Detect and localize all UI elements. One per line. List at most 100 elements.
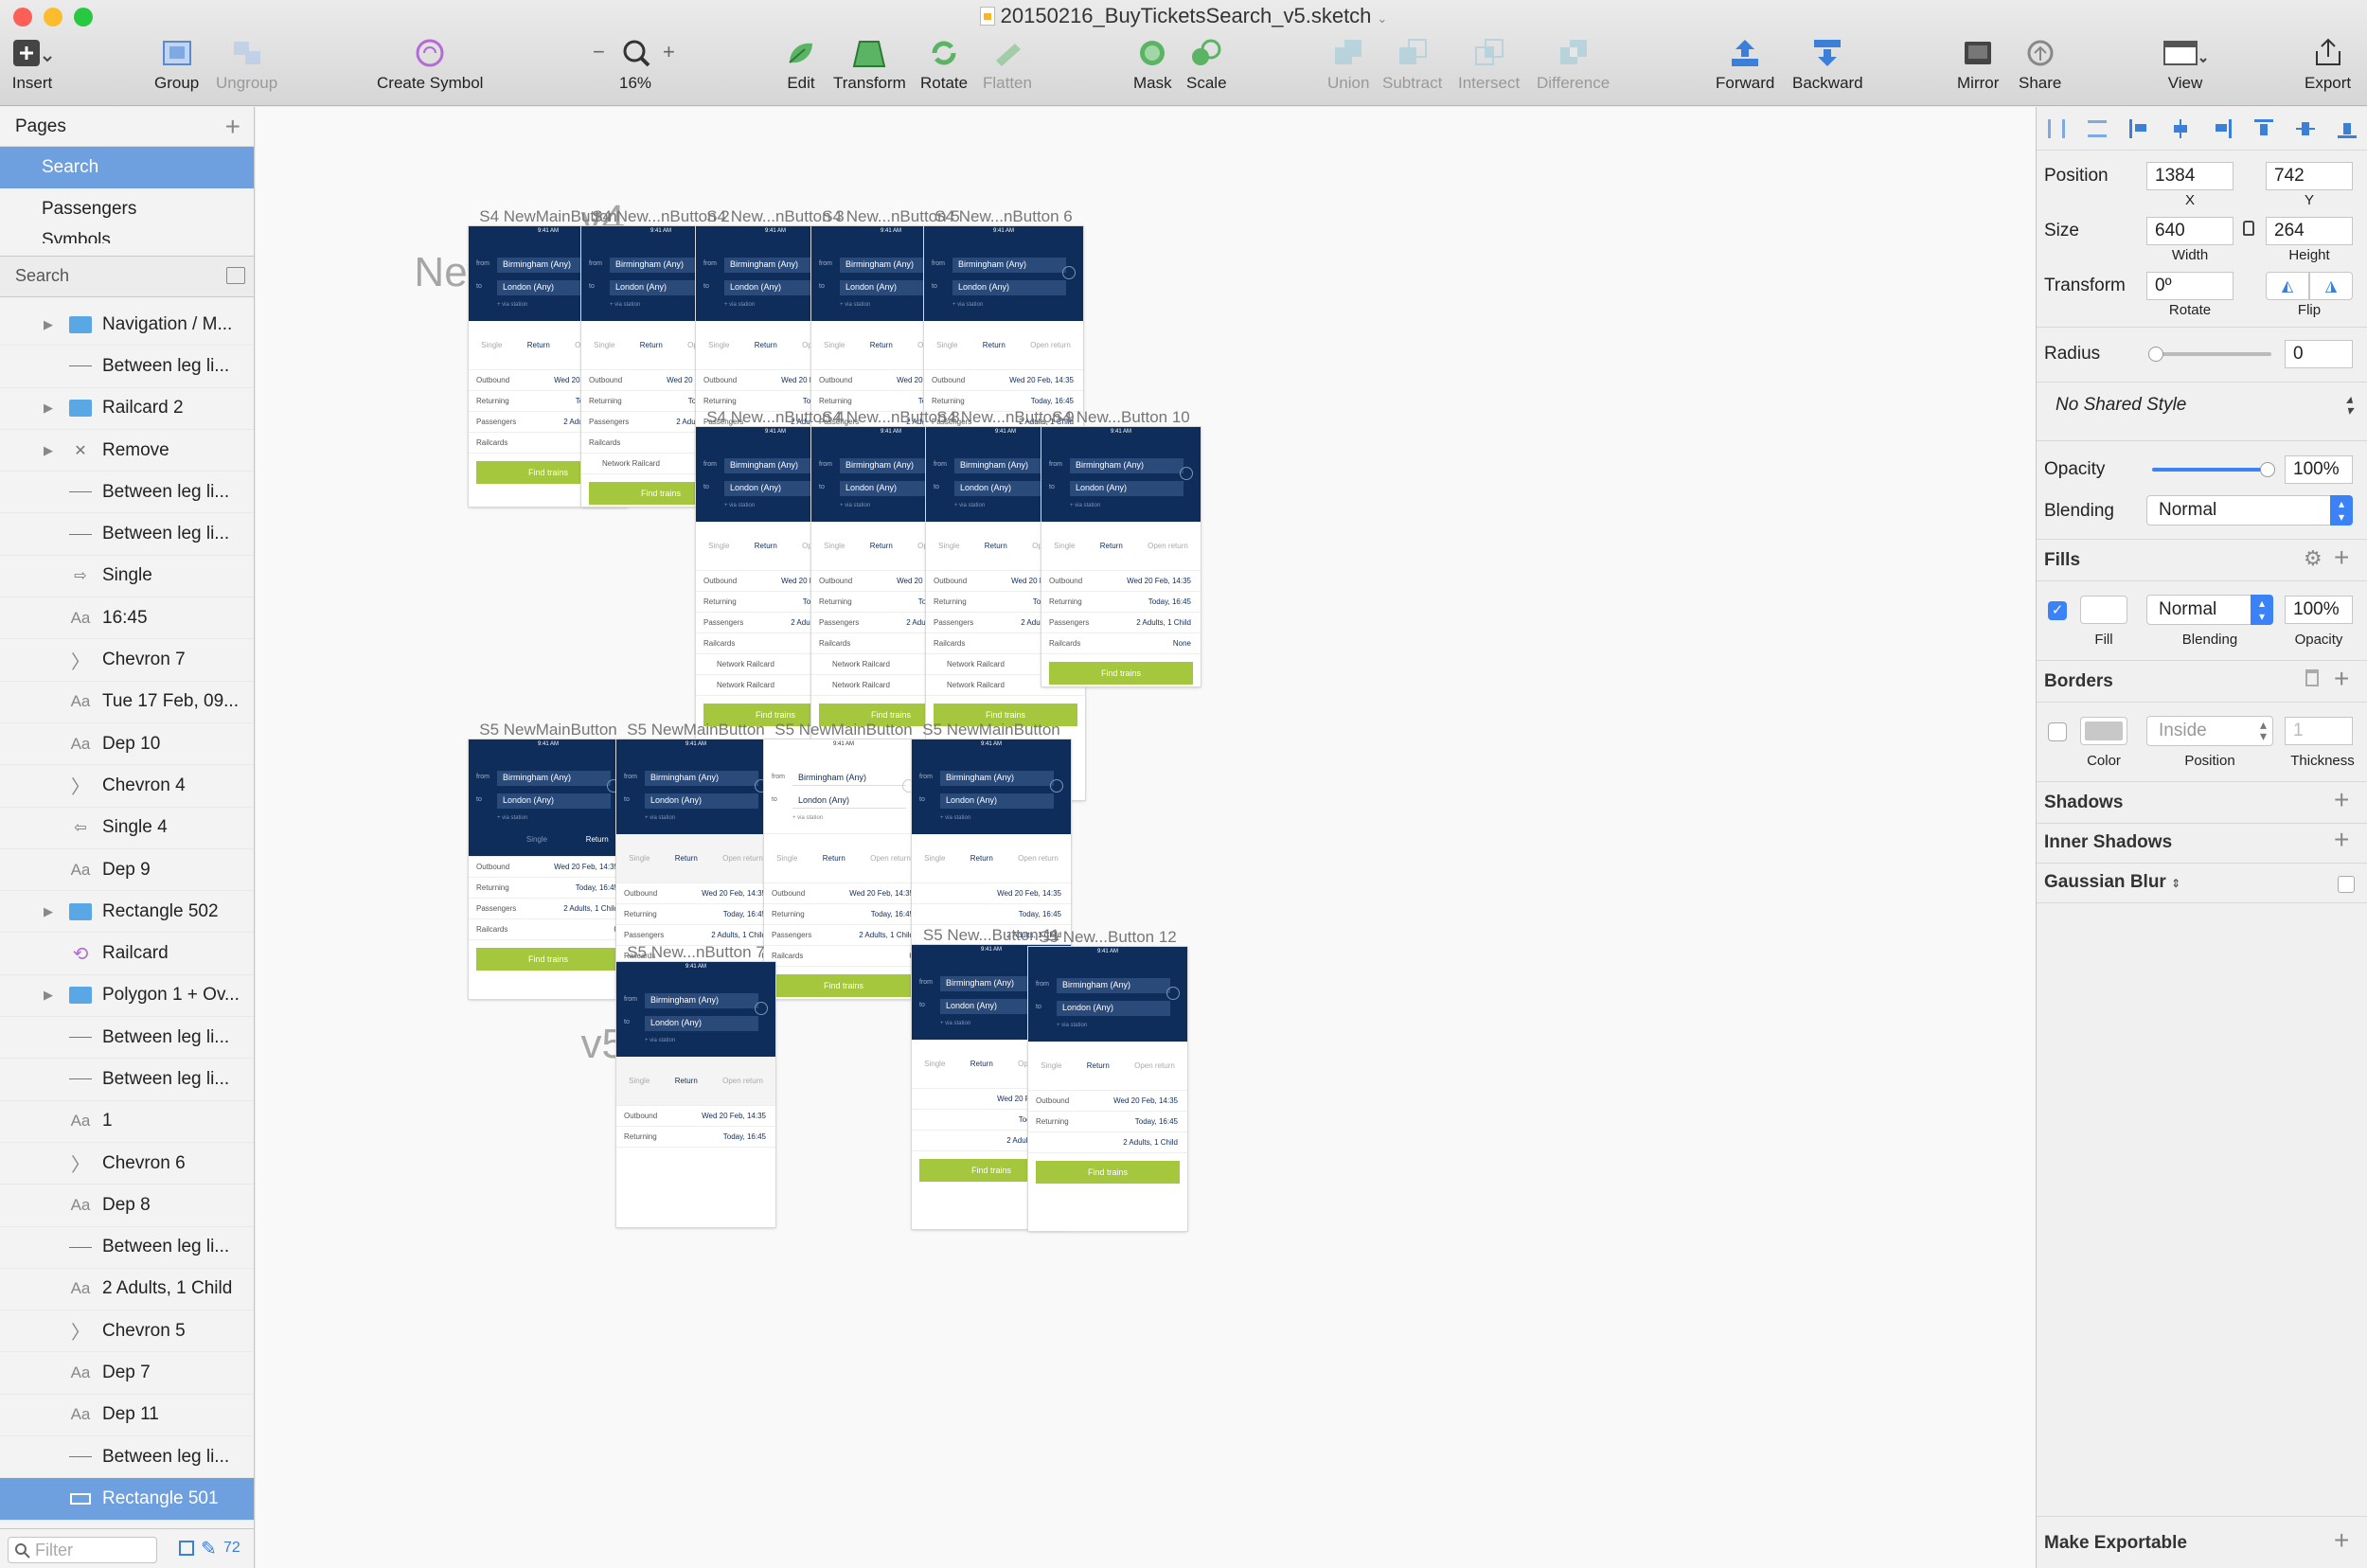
layer-row[interactable]: Between leg li... [0, 1017, 254, 1060]
layer-row[interactable]: Between leg li... [0, 1227, 254, 1269]
position-y-field[interactable]: 742 [2266, 162, 2353, 190]
make-exportable-title[interactable]: Make Exportable [2044, 1533, 2187, 1554]
pencil-icon[interactable]: ✎ [201, 1537, 217, 1560]
document-title[interactable]: 20150216_BuyTicketsSearch_v5.sketch ⌄ [0, 4, 2367, 28]
radius-slider[interactable] [2148, 347, 2271, 362]
layer-row[interactable]: Aa Dep 10 [0, 723, 254, 766]
disclosure-triangle-icon[interactable]: ▶ [36, 988, 61, 1003]
align-middle-icon[interactable] [2296, 118, 2315, 138]
collapse-icon[interactable] [226, 267, 245, 284]
shared-style-select[interactable]: No Shared Style ▴ ▾ [2044, 391, 2360, 421]
filter-input[interactable]: Filter [8, 1537, 157, 1563]
layer-row[interactable]: ⇦ Single 4 [0, 808, 254, 849]
layer-row[interactable]: Between leg li... [0, 1059, 254, 1101]
view-button[interactable]: View [2162, 38, 2208, 93]
opacity-field[interactable]: 100% [2285, 455, 2353, 484]
artboard[interactable]: 9:41 AM from Birmingham (Any) to London (Any… [1028, 947, 1187, 1231]
insert-button[interactable]: Insert [11, 38, 53, 93]
border-enabled-checkbox[interactable] [2048, 722, 2067, 741]
layer-row[interactable]: Between leg li... [0, 1436, 254, 1479]
flip-vertical-button[interactable]: ◮ [2309, 272, 2353, 300]
layer-row[interactable]: ⇨ Single [0, 556, 254, 598]
copy-icon[interactable] [179, 1541, 194, 1556]
opacity-slider[interactable] [2152, 462, 2275, 477]
create-symbol-button[interactable]: Create Symbol [377, 38, 483, 93]
radius-slider-thumb[interactable] [2148, 347, 2163, 362]
distribute-horizontal-icon[interactable] [2048, 118, 2065, 138]
disclosure-triangle-icon[interactable]: ▶ [36, 317, 61, 332]
fill-opacity-field[interactable]: 100% [2285, 596, 2353, 624]
border-thickness-field[interactable]: 1 [2285, 717, 2353, 745]
page-item-passengers[interactable]: Passengers [0, 188, 254, 230]
add-page-icon[interactable]: + [225, 112, 240, 142]
forward-button[interactable]: Forward [1716, 38, 1774, 93]
layer-row[interactable]: Aa 2 Adults, 1 Child [0, 1269, 254, 1311]
layer-row[interactable]: Between leg li... [0, 513, 254, 556]
add-fill-icon[interactable]: + [2334, 544, 2349, 571]
add-inner-shadow-icon[interactable]: + [2334, 827, 2349, 853]
layer-row[interactable]: Aa 16:45 [0, 597, 254, 640]
gear-icon[interactable]: ⚙ [2304, 546, 2323, 571]
layer-search-input[interactable]: Search [0, 256, 254, 297]
add-shadow-icon[interactable]: + [2334, 787, 2349, 813]
layer-row[interactable]: Aa 1 [0, 1101, 254, 1143]
layer-row[interactable]: ▶ Railcard 2 [0, 388, 254, 430]
layer-row[interactable]: Aa Dep 11 [0, 1395, 254, 1437]
align-top-icon[interactable] [2254, 118, 2273, 138]
align-right-icon[interactable] [2213, 118, 2232, 138]
edit-button[interactable]: Edit [784, 38, 818, 93]
height-field[interactable]: 264 [2266, 217, 2353, 245]
fill-enabled-checkbox[interactable]: ✓ [2048, 601, 2067, 620]
trash-icon[interactable] [2305, 669, 2319, 686]
fill-color-swatch[interactable] [2080, 596, 2127, 624]
design-canvas[interactable]: v4 New button v5 S4 NewMainButton9:41 AM… [256, 107, 2036, 1568]
blur-checkbox[interactable] [2338, 876, 2355, 893]
disclosure-triangle-icon[interactable]: ▶ [36, 401, 61, 416]
layer-row[interactable]: ▶ Polygon 1 + Ov... [0, 975, 254, 1018]
union-button[interactable]: Union [1327, 38, 1369, 93]
artboard-title[interactable]: S4 New...Button 10 [1023, 408, 1219, 427]
artboard-title[interactable]: S4 New...nButton 6 [905, 207, 1102, 226]
lock-icon[interactable] [2243, 221, 2254, 236]
gaussian-blur-title[interactable]: Gaussian Blur ⇕ [2044, 872, 2180, 893]
layer-row[interactable]: ▶ Navigation / M... [0, 304, 254, 347]
layer-row[interactable]: ▶ ✕ Remove [0, 430, 254, 472]
page-item-symbols[interactable]: Symbols [0, 230, 254, 243]
align-bottom-icon[interactable] [2338, 118, 2357, 138]
scale-button[interactable]: Scale [1186, 38, 1227, 93]
layer-row[interactable]: Between leg li... [0, 346, 254, 388]
border-color-swatch[interactable] [2080, 717, 2127, 745]
align-center-icon[interactable] [2171, 118, 2190, 138]
backward-button[interactable]: Backward [1792, 38, 1863, 93]
layer-row[interactable]: 〉 Chevron 6 [0, 1143, 254, 1185]
layer-row[interactable]: Aa Dep 7 [0, 1352, 254, 1395]
radius-field[interactable]: 0 [2285, 340, 2353, 368]
layer-row[interactable]: Between leg li... [0, 472, 254, 514]
flip-horizontal-button[interactable]: ◭ [2266, 272, 2309, 300]
artboard-title[interactable]: S5 New...nButton 7 [597, 943, 794, 962]
subtract-button[interactable]: Subtract [1382, 38, 1442, 93]
mirror-button[interactable]: Mirror [1957, 38, 1999, 93]
artboard[interactable]: 9:41 AM from Birmingham (Any) to London (Any… [616, 962, 775, 1227]
zoom-control[interactable]: − + 16% [593, 38, 678, 93]
export-button[interactable]: Export [2305, 38, 2351, 93]
rotate-button[interactable]: Rotate [920, 38, 968, 93]
transform-button[interactable]: Transform [833, 38, 906, 93]
artboard[interactable]: 9:41 AM from Birmingham (Any) to London (Any… [1041, 427, 1201, 686]
disclosure-triangle-icon[interactable]: ▶ [36, 443, 61, 458]
opacity-slider-thumb[interactable] [2260, 462, 2275, 477]
add-border-icon[interactable]: + [2334, 666, 2349, 692]
share-button[interactable]: Share [2019, 38, 2061, 93]
position-x-field[interactable]: 1384 [2146, 162, 2234, 190]
group-button[interactable]: Group [154, 38, 199, 93]
flatten-button[interactable]: Flatten [983, 38, 1032, 93]
layer-row[interactable]: ▶ Rectangle 502 [0, 891, 254, 934]
page-item-search[interactable]: Search [0, 147, 254, 188]
mask-button[interactable]: Mask [1133, 38, 1172, 93]
layer-row[interactable]: 〉 Chevron 7 [0, 639, 254, 682]
add-export-icon[interactable]: + [2334, 1527, 2349, 1554]
layer-row[interactable]: Aa Tue 17 Feb, 09... [0, 682, 254, 723]
layer-row[interactable]: Rectangle 501 [0, 1478, 254, 1521]
artboard-title[interactable]: S5 New...Button 12 [1009, 928, 1206, 947]
layer-row[interactable]: Aa Dep 8 [0, 1185, 254, 1227]
